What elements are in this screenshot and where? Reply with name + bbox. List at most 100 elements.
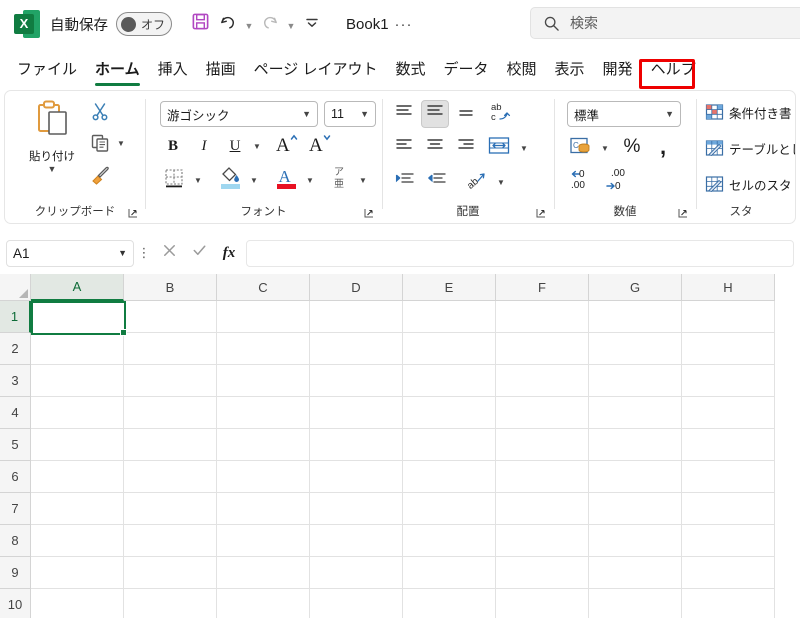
decrease-font-size-button[interactable]: A xyxy=(306,131,334,159)
selected-cell-a1[interactable] xyxy=(31,301,126,335)
conditional-formatting-button[interactable]: 条件付き書 xyxy=(705,103,792,122)
fill-color-chevron-down-icon[interactable]: ▼ xyxy=(247,173,261,187)
align-bottom-button[interactable] xyxy=(453,101,479,127)
increase-decimal-button[interactable]: .00 0 xyxy=(603,167,633,195)
cell-a5[interactable] xyxy=(31,429,124,461)
row-header-7[interactable]: 7 xyxy=(0,493,31,525)
cell-f7[interactable] xyxy=(496,493,589,525)
format-as-table-button[interactable]: テーブルとし xyxy=(705,139,795,158)
cell-g3[interactable] xyxy=(589,365,682,397)
cell-d2[interactable] xyxy=(310,333,403,365)
cell-f1[interactable] xyxy=(496,301,589,333)
cell-d4[interactable] xyxy=(310,397,403,429)
cell-g8[interactable] xyxy=(589,525,682,557)
formula-input[interactable] xyxy=(246,239,794,267)
increase-indent-button[interactable] xyxy=(423,169,451,195)
cell-a3[interactable] xyxy=(31,365,124,397)
cell-c7[interactable] xyxy=(217,493,310,525)
tab-page-layout[interactable]: ページ レイアウト xyxy=(245,51,387,85)
cell-c4[interactable] xyxy=(217,397,310,429)
search-input[interactable]: 検索 xyxy=(570,13,598,33)
cell-f6[interactable] xyxy=(496,461,589,493)
fill-handle[interactable] xyxy=(120,329,127,336)
cell-b5[interactable] xyxy=(124,429,217,461)
row-header-10[interactable]: 10 xyxy=(0,589,31,618)
cell-c9[interactable] xyxy=(217,557,310,589)
tab-view[interactable]: 表示 xyxy=(546,51,594,85)
clipboard-dialog-launcher-icon[interactable] xyxy=(127,206,139,218)
row-header-8[interactable]: 8 xyxy=(0,525,31,557)
enter-button[interactable] xyxy=(184,239,214,267)
copy-chevron-down-icon[interactable]: ▼ xyxy=(115,137,127,149)
cancel-button[interactable] xyxy=(154,239,184,267)
cell-b9[interactable] xyxy=(124,557,217,589)
column-header-g[interactable]: G xyxy=(589,274,682,301)
column-header-b[interactable]: B xyxy=(124,274,217,301)
font-size-combobox[interactable]: 11 ▼ xyxy=(324,101,376,127)
font-size-chevron-down-icon[interactable]: ▼ xyxy=(360,109,375,119)
font-family-combobox[interactable]: 游ゴシック ▼ xyxy=(160,101,318,127)
name-box[interactable]: A1 ▼ xyxy=(6,239,134,267)
cell-h8[interactable] xyxy=(682,525,775,557)
cell-e7[interactable] xyxy=(403,493,496,525)
cell-g10[interactable] xyxy=(589,589,682,618)
insert-function-button[interactable]: fx xyxy=(214,239,244,267)
cell-c5[interactable] xyxy=(217,429,310,461)
text-orientation-chevron-down-icon[interactable]: ▼ xyxy=(494,175,508,189)
column-header-f[interactable]: F xyxy=(496,274,589,301)
cell-a8[interactable] xyxy=(31,525,124,557)
cell-e4[interactable] xyxy=(403,397,496,429)
font-family-chevron-down-icon[interactable]: ▼ xyxy=(302,109,317,119)
cell-h7[interactable] xyxy=(682,493,775,525)
cell-h5[interactable] xyxy=(682,429,775,461)
align-center-button[interactable] xyxy=(422,135,448,161)
text-orientation-button[interactable]: ab xyxy=(463,168,491,196)
tab-draw[interactable]: 描画 xyxy=(197,51,245,85)
cell-h2[interactable] xyxy=(682,333,775,365)
document-title[interactable]: Book1 xyxy=(346,16,389,33)
column-header-h[interactable]: H xyxy=(682,274,775,301)
cell-b6[interactable] xyxy=(124,461,217,493)
tab-data[interactable]: データ xyxy=(435,51,498,85)
number-format-combobox[interactable]: 標準 ▼ xyxy=(567,101,681,127)
cell-b8[interactable] xyxy=(124,525,217,557)
autosave-toggle[interactable]: オフ xyxy=(116,12,172,36)
cell-c10[interactable] xyxy=(217,589,310,618)
vertical-ellipsis-icon[interactable]: ⋮ xyxy=(134,246,154,259)
cell-h9[interactable] xyxy=(682,557,775,589)
borders-chevron-down-icon[interactable]: ▼ xyxy=(191,173,205,187)
redo-dropdown-chevron-down-icon[interactable]: ▼ xyxy=(284,9,298,39)
cell-c2[interactable] xyxy=(217,333,310,365)
cut-button[interactable] xyxy=(90,101,110,126)
decrease-decimal-button[interactable]: 0 .00 xyxy=(567,167,597,195)
row-header-2[interactable]: 2 xyxy=(0,333,31,365)
cell-d9[interactable] xyxy=(310,557,403,589)
select-all-corner-button[interactable] xyxy=(0,274,31,301)
cell-f3[interactable] xyxy=(496,365,589,397)
cell-d8[interactable] xyxy=(310,525,403,557)
cell-b1[interactable] xyxy=(124,301,217,333)
save-button[interactable] xyxy=(186,9,214,39)
accounting-format-button[interactable]: C xyxy=(567,135,595,161)
align-middle-button[interactable] xyxy=(421,100,449,128)
customize-quick-access-toolbar-button[interactable] xyxy=(298,9,326,39)
cell-h6[interactable] xyxy=(682,461,775,493)
cell-b2[interactable] xyxy=(124,333,217,365)
copy-button[interactable] xyxy=(90,133,110,158)
row-header-9[interactable]: 9 xyxy=(0,557,31,589)
cell-d6[interactable] xyxy=(310,461,403,493)
align-right-button[interactable] xyxy=(453,135,479,161)
tab-formulas[interactable]: 数式 xyxy=(386,51,434,85)
cell-c3[interactable] xyxy=(217,365,310,397)
tab-developer[interactable]: 開発 xyxy=(594,51,642,85)
fill-color-button[interactable] xyxy=(216,165,244,195)
borders-button[interactable] xyxy=(160,167,188,193)
cell-d3[interactable] xyxy=(310,365,403,397)
cell-a9[interactable] xyxy=(31,557,124,589)
format-painter-button[interactable] xyxy=(90,164,111,190)
cell-e9[interactable] xyxy=(403,557,496,589)
tab-insert[interactable]: 挿入 xyxy=(149,51,197,85)
italic-button[interactable]: I xyxy=(191,133,217,159)
font-color-button[interactable]: A xyxy=(272,165,300,195)
cell-b4[interactable] xyxy=(124,397,217,429)
